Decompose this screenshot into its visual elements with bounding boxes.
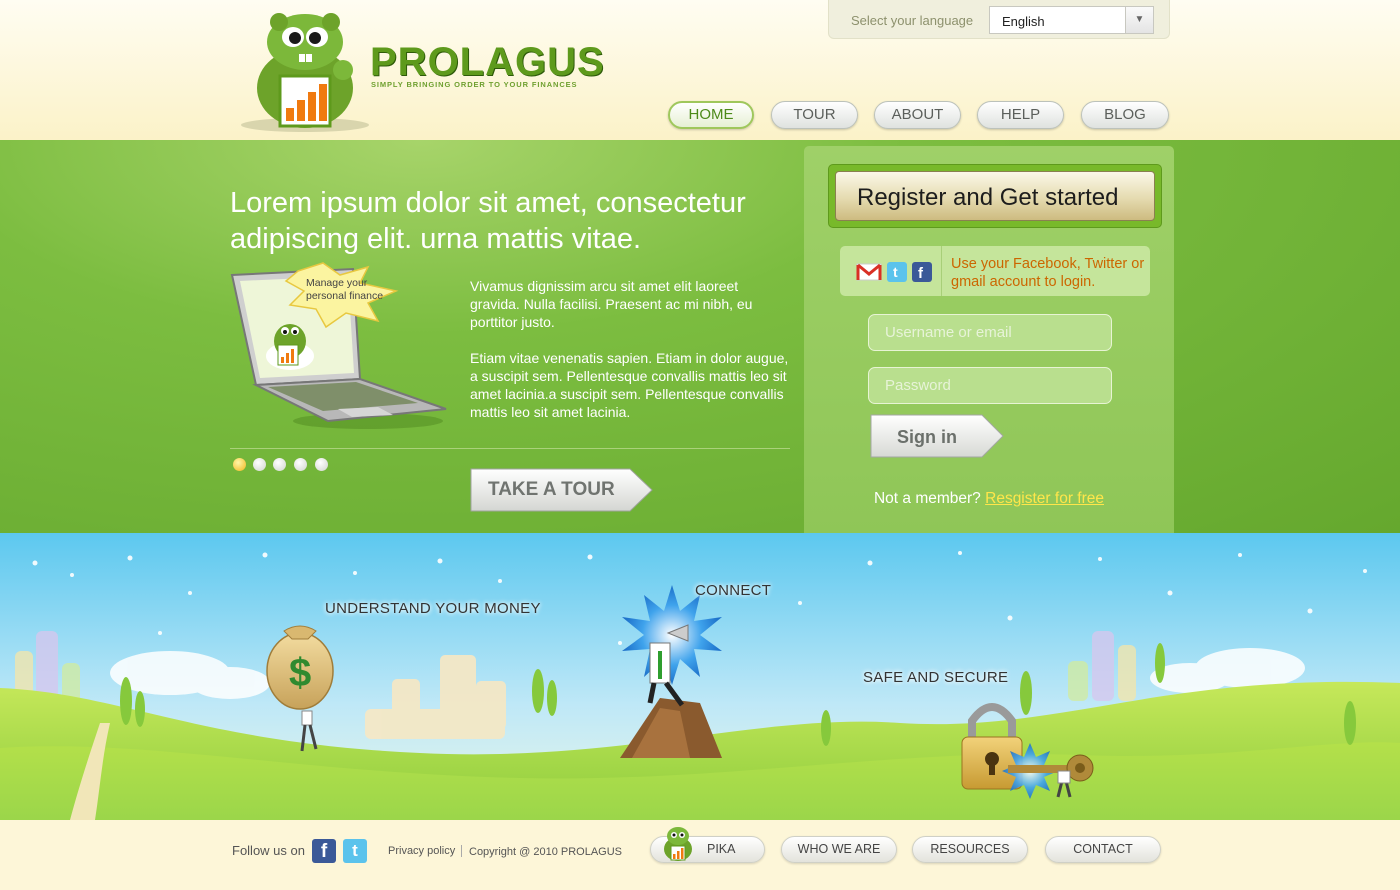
hero-paragraph-2: Etiam vitae venenatis sapien. Etiam in d… — [470, 350, 789, 420]
safe-secure-label[interactable]: SAFE AND SECURE — [863, 669, 1008, 686]
footer-link-contact[interactable]: CONTACT — [1045, 836, 1161, 863]
facebook-icon[interactable]: f — [912, 262, 932, 282]
twitter-icon[interactable]: t — [343, 839, 367, 863]
header: PROLAGUS SIMPLY BRINGING ORDER TO YOUR F… — [0, 0, 1400, 140]
footer-separator — [461, 845, 462, 857]
gmail-icon[interactable] — [856, 263, 882, 281]
social-icons-group: t f — [840, 246, 942, 296]
member-prompt: Not a member? — [873, 490, 981, 507]
twitter-icon[interactable]: t — [887, 262, 907, 282]
footer: Follow us on f t Privacy policy Copyrigh… — [0, 820, 1400, 890]
slide-dot-3[interactable] — [273, 458, 286, 471]
social-login-text[interactable]: Use your Facebook, Twitter or gmail acco… — [951, 255, 1150, 291]
nav-about[interactable]: ABOUT — [874, 101, 961, 129]
register-button[interactable]: Register and Get started — [835, 171, 1155, 221]
brand-tagline: SIMPLY BRINGING ORDER TO YOUR FINANCES — [371, 80, 578, 89]
nav-tour[interactable]: TOUR — [771, 101, 858, 129]
prolagus-mascot-logo[interactable] — [240, 10, 370, 132]
mascot-icon — [664, 827, 692, 861]
dollar-icon: $ — [289, 651, 312, 695]
language-value: English — [1002, 14, 1045, 29]
login-panel: Register and Get started t f Use your Fa… — [804, 146, 1174, 533]
language-selector-panel: Select your language English ▼ — [828, 0, 1170, 39]
username-input[interactable] — [868, 314, 1112, 351]
language-label: Select your language — [851, 13, 974, 28]
member-prompt-line: Not a member? Resgister for free — [804, 490, 1174, 508]
hero-divider — [230, 448, 790, 449]
sign-in-label[interactable]: Sign in — [897, 427, 957, 448]
register-frame: Register and Get started — [828, 164, 1162, 228]
hero-title: Lorem ipsum dolor sit amet, consectetur … — [230, 187, 746, 255]
connect-label[interactable]: CONNECT — [695, 582, 771, 599]
footer-link-pika-label: PIKA — [707, 842, 736, 856]
understand-money-label[interactable]: UNDERSTAND YOUR MONEY — [325, 600, 541, 617]
hero-paragraph-1: Vivamus dignissim arcu sit amet elit lao… — [470, 278, 753, 330]
illustration-scene: $ UNDERSTAND YOUR MONEY CONNECT SAFE AND… — [0, 533, 1400, 820]
take-a-tour-label[interactable]: TAKE A TOUR — [488, 479, 615, 501]
chevron-down-icon[interactable]: ▼ — [1125, 7, 1153, 33]
social-login-box: t f Use your Facebook, Twitter or gmail … — [840, 246, 1150, 296]
nav-help[interactable]: HELP — [977, 101, 1064, 129]
nav-blog[interactable]: BLOG — [1081, 101, 1169, 129]
register-free-link[interactable]: Resgister for free — [985, 490, 1104, 507]
footer-link-pika[interactable]: PIKA — [650, 827, 765, 863]
hero-section: Lorem ipsum dolor sit amet, consectetur … — [0, 140, 1400, 533]
footer-link-resources[interactable]: RESOURCES — [912, 836, 1028, 863]
slide-dot-4[interactable] — [294, 458, 307, 471]
brand-name: PROLAGUS — [370, 40, 605, 84]
language-select[interactable]: English ▼ — [989, 6, 1154, 34]
password-input[interactable] — [868, 367, 1112, 404]
follow-label: Follow us on — [232, 843, 305, 858]
svg-text:t: t — [893, 264, 898, 280]
speech-bubble-text: Manage your personal finance — [306, 277, 384, 302]
slide-dot-5[interactable] — [315, 458, 328, 471]
landscape-illustration — [0, 533, 1400, 820]
facebook-icon[interactable]: f — [312, 839, 336, 863]
register-label: Register and Get started — [857, 184, 1119, 211]
slide-dot-1[interactable] — [233, 458, 246, 471]
footer-link-who-we-are[interactable]: WHO WE ARE — [781, 836, 897, 863]
copyright-text: Copyright @ 2010 PROLAGUS — [469, 846, 623, 858]
nav-home[interactable]: HOME — [668, 101, 754, 129]
slide-dot-2[interactable] — [253, 458, 266, 471]
privacy-policy-link[interactable]: Privacy policy — [388, 845, 455, 857]
